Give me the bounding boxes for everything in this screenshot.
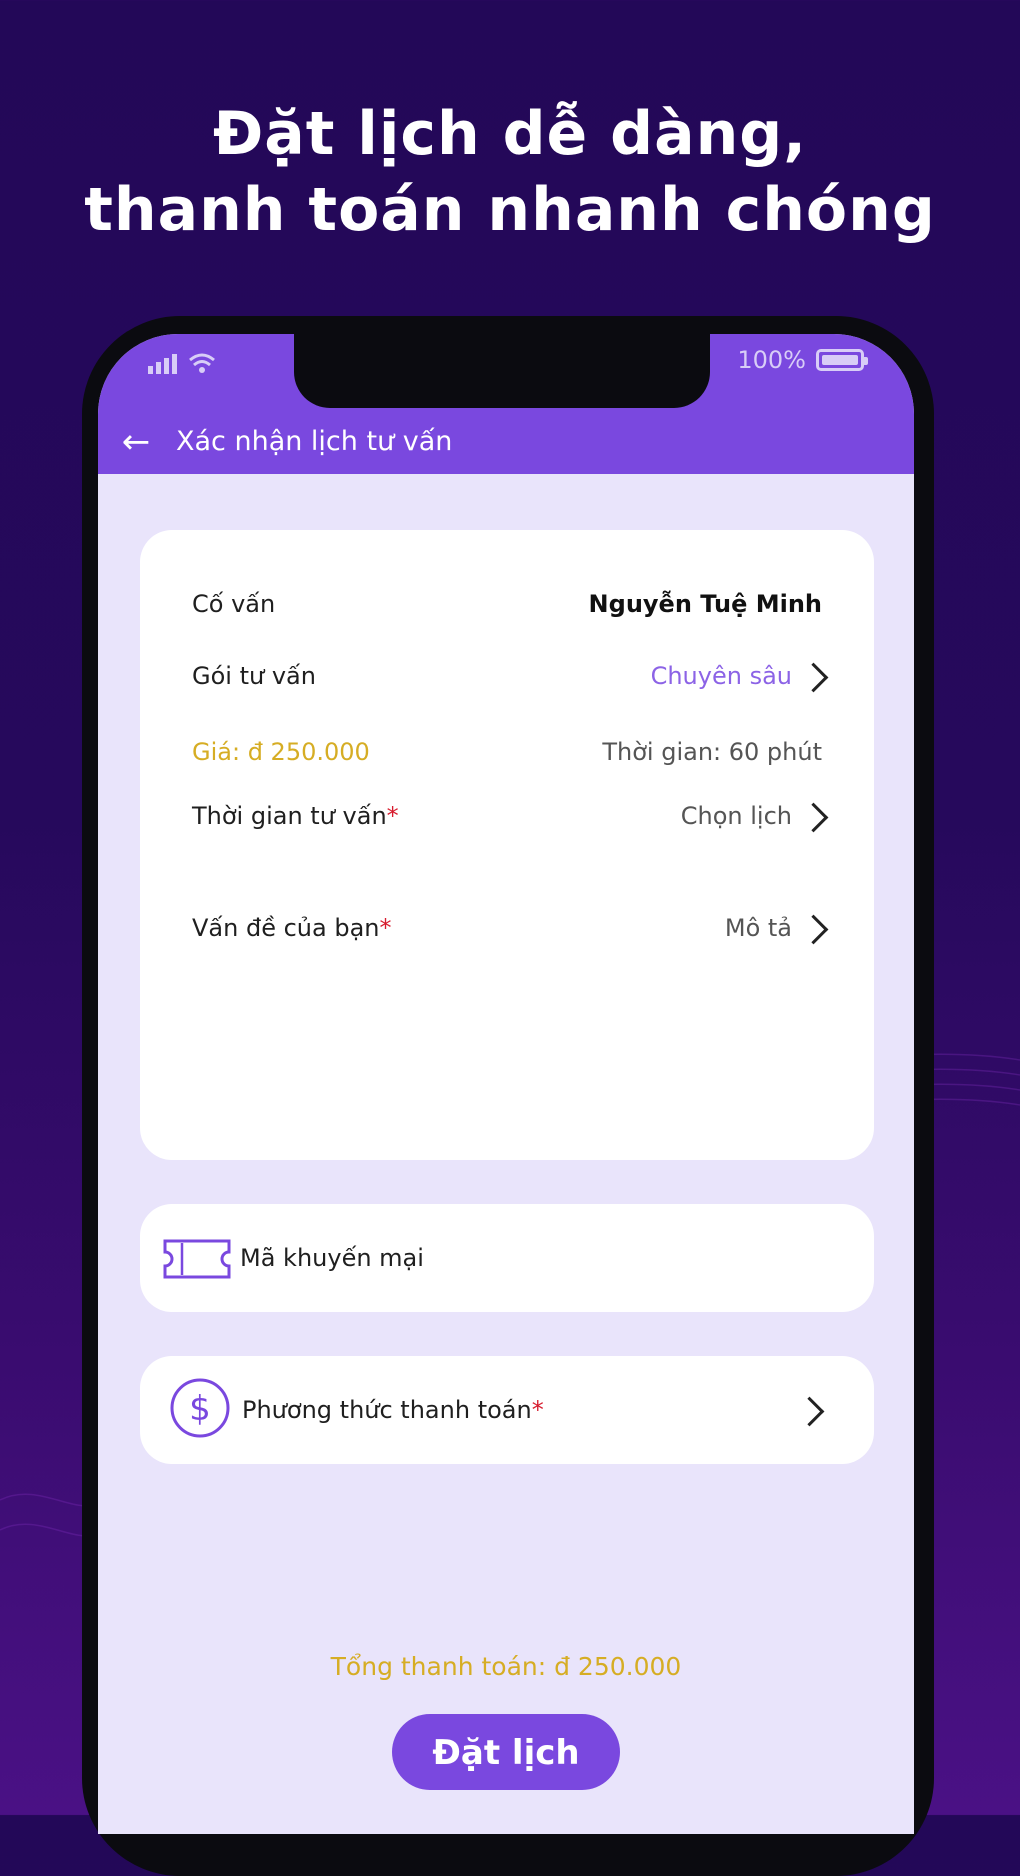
back-arrow-icon[interactable]: ← xyxy=(116,422,156,462)
headline-line-1: Đặt lịch dễ dàng, xyxy=(212,99,808,169)
chevron-right-icon xyxy=(798,802,829,833)
required-mark: * xyxy=(379,914,392,942)
price-text: Giá: đ 250.000 xyxy=(192,738,370,766)
time-value: Chọn lịch xyxy=(680,802,792,830)
advisor-label: Cố vấn xyxy=(192,590,276,618)
book-button[interactable]: Đặt lịch xyxy=(392,1714,620,1790)
booking-details-card: Cố vấn Nguyễn Tuệ Minh Gói tư vấn Chuyên… xyxy=(140,530,874,1160)
issue-label-text: Vấn đề của bạn xyxy=(192,914,380,942)
issue-label: Vấn đề của bạn* xyxy=(192,914,392,942)
battery-status: 100% xyxy=(737,346,868,374)
payment-label-text: Phương thức thanh toán xyxy=(242,1396,532,1424)
headline: Đặt lịch dễ dàng, thanh toán nhanh chóng xyxy=(0,96,1020,248)
phone-notch xyxy=(294,334,710,408)
promo-label: Mã khuyến mại xyxy=(240,1244,424,1272)
required-mark: * xyxy=(386,802,399,830)
package-selector[interactable]: Chuyên sâu xyxy=(574,656,834,696)
signal-wifi-indicator xyxy=(148,350,228,382)
total-payment-text: Tổng thanh toán: đ 250.000 xyxy=(330,1652,682,1681)
chevron-right-icon xyxy=(798,914,829,945)
chevron-right-icon xyxy=(794,1396,825,1427)
screen-title: Xác nhận lịch tư vấn xyxy=(176,426,453,457)
phone-screen: 100% ← Xác nhận lịch tư vấn Cố vấn Nguyễ… xyxy=(98,334,914,1834)
time-label: Thời gian tư vấn* xyxy=(192,802,399,830)
time-label-text: Thời gian tư vấn xyxy=(192,802,387,830)
issue-selector[interactable]: Mô tả xyxy=(574,908,834,948)
promo-code-card[interactable]: Mã khuyến mại xyxy=(140,1204,874,1312)
duration-text: Thời gian: 60 phút xyxy=(602,738,822,766)
battery-icon xyxy=(816,349,868,371)
required-mark: * xyxy=(531,1396,544,1424)
package-value: Chuyên sâu xyxy=(650,662,792,690)
battery-percentage: 100% xyxy=(737,346,806,374)
payment-label: Phương thức thanh toán* xyxy=(242,1396,544,1424)
svg-text:$: $ xyxy=(189,1389,211,1429)
payment-method-card[interactable]: $ Phương thức thanh toán* xyxy=(140,1356,874,1464)
signal-icon xyxy=(148,353,215,374)
issue-value: Mô tả xyxy=(724,914,792,942)
package-label: Gói tư vấn xyxy=(192,662,316,690)
app-bar: 100% ← Xác nhận lịch tư vấn xyxy=(98,334,914,474)
time-selector[interactable]: Chọn lịch xyxy=(574,796,834,836)
headline-line-2: thanh toán nhanh chóng xyxy=(84,175,936,245)
ticket-icon xyxy=(163,1239,231,1279)
chevron-right-icon xyxy=(798,662,829,693)
advisor-name: Nguyễn Tuệ Minh xyxy=(588,590,822,618)
dollar-coin-icon: $ xyxy=(170,1378,230,1438)
